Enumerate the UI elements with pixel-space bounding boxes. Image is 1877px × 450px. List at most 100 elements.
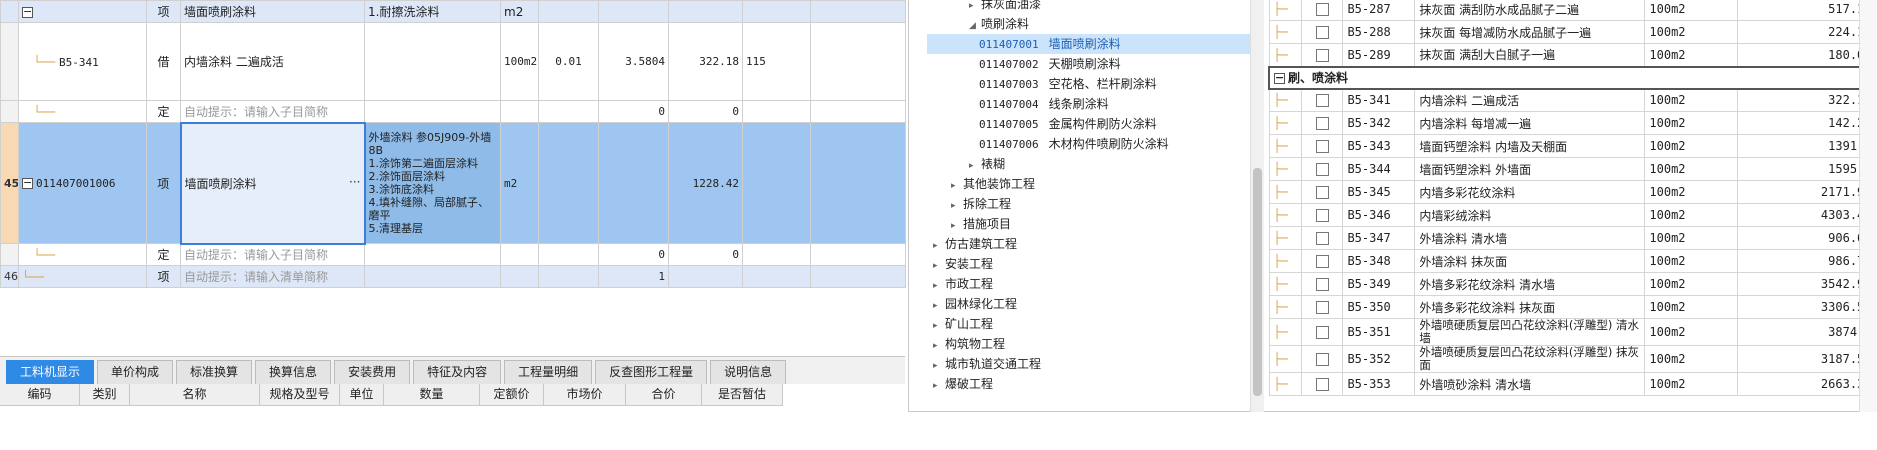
norm-row[interactable]: ├─ B5-353 外墙喷砂涂料 清水墙 100m2 2663.36 <box>1268 372 1877 396</box>
norm-row[interactable]: ├─ B5-346 内墙彩绒涂料 100m2 4303.46 <box>1268 203 1877 227</box>
column-header[interactable]: 市场价 <box>544 384 626 405</box>
collapse-icon[interactable]: − <box>22 6 33 18</box>
name-cell-editing[interactable]: 墙面喷刷涂料 ··· <box>179 121 366 245</box>
code-cell[interactable]: B5-341 <box>59 56 99 69</box>
norm-row[interactable]: ├─ B5-345 内墙多彩花纹涂料 100m2 2171.96 <box>1268 180 1877 204</box>
expand-icon[interactable]: ▸ <box>933 316 945 336</box>
tree-node[interactable]: 011407005 金属构件刷防火涂料 <box>979 114 1157 134</box>
expand-icon[interactable]: ▸ <box>933 296 945 316</box>
hint-cell[interactable]: 自动提示：请输入子目简称 <box>180 243 365 266</box>
row-checkbox[interactable] <box>1315 378 1329 391</box>
column-header[interactable]: 定额价 <box>480 384 544 405</box>
code-cell[interactable]: 011407001006 <box>36 177 115 190</box>
column-header[interactable]: 规格及型号 <box>260 384 340 405</box>
type-cell[interactable]: 借 <box>146 22 181 101</box>
tree-node[interactable]: ▸ 园林绿化工程 <box>933 294 1017 314</box>
tree-node[interactable]: ▸ 城市轨道交通工程 <box>933 354 1041 374</box>
norm-row[interactable]: ├─ B5-287 抹灰面 满刮防水成品腻子二遍 100m2 517.14 <box>1268 0 1877 21</box>
tree-node[interactable]: 011407003 空花格、栏杆刷涂料 <box>979 74 1157 94</box>
table-row[interactable]: − 项 墙面喷刷涂料 1.耐擦洗涂料 m2 <box>0 0 906 23</box>
table-row[interactable]: └── 定 自动提示：请输入子目简称 0 0 <box>0 100 906 123</box>
row-checkbox[interactable] <box>1315 48 1329 62</box>
tree-node[interactable]: 011407006 木材构件喷刷防火涂料 <box>979 134 1169 154</box>
row-checkbox[interactable] <box>1315 301 1329 314</box>
row-checkbox[interactable] <box>1315 353 1329 366</box>
tree-node[interactable]: ▸ 仿古建筑工程 <box>933 234 1017 254</box>
selected-row[interactable]: 45 −011407001006 项 墙面喷刷涂料 ··· 外墙涂料 参05J90… <box>0 121 906 245</box>
tree-node[interactable]: ▸ 矿山工程 <box>933 314 993 334</box>
type-cell[interactable]: 项 <box>146 122 181 244</box>
column-header[interactable]: 类别 <box>80 384 130 405</box>
list-scrollbar[interactable] <box>1859 0 1877 412</box>
norm-row[interactable]: ├─ B5-349 外墙多彩花纹涂料 清水墙 100m2 3542.97 <box>1268 272 1877 296</box>
row-checkbox[interactable] <box>1315 278 1329 291</box>
tree-node[interactable]: ▸ 拆除工程 <box>951 194 1011 214</box>
norm-row[interactable]: ├─ B5-288 抹灰面 每增减防水成品腻子一遍 100m2 224.18 <box>1268 20 1877 44</box>
row-checkbox[interactable] <box>1315 94 1329 108</box>
row-checkbox[interactable] <box>1315 232 1329 245</box>
tree-node[interactable]: 011407004 线条刷涂料 <box>979 94 1109 114</box>
hint-cell[interactable]: 自动提示：请输入子目简称 <box>180 100 365 123</box>
row-checkbox[interactable] <box>1315 140 1329 153</box>
column-header[interactable]: 合价 <box>626 384 702 405</box>
collapse-icon[interactable]: − <box>22 177 33 189</box>
row-checkbox[interactable] <box>1315 209 1329 222</box>
tree-node[interactable]: ▸ 裱糊 <box>969 154 1005 174</box>
tab-quantity-detail[interactable]: 工程量明细 <box>504 360 593 384</box>
table-row[interactable]: └── B5-341 借 内墙涂料 二遍成活 100m2 0.01 3.5804… <box>0 22 906 101</box>
column-header[interactable]: 是否暂估 <box>702 384 783 405</box>
expand-icon[interactable]: ▸ <box>933 356 945 376</box>
expand-icon[interactable]: ▸ <box>969 156 981 176</box>
tree-node[interactable]: 011407002 天棚喷刷涂料 <box>979 54 1121 74</box>
qty-cell[interactable]: 1228.42 <box>668 122 743 244</box>
column-header[interactable]: 单位 <box>340 384 384 405</box>
collapse-icon[interactable]: ◢ <box>969 16 981 36</box>
expand-icon[interactable]: ▸ <box>933 236 945 256</box>
norm-row[interactable]: ├─ B5-343 墙面钙塑涂料 内墙及天棚面 100m2 1391.1 <box>1268 134 1877 158</box>
tree-node-selected[interactable]: 011407001 墙面喷刷涂料 <box>927 34 1257 54</box>
row-checkbox[interactable] <box>1315 26 1329 39</box>
tab-features[interactable]: 特征及内容 <box>413 360 502 384</box>
more-button[interactable]: ··· <box>349 175 360 189</box>
row-checkbox[interactable] <box>1315 186 1329 199</box>
tab-reverse-lookup[interactable]: 反查图形工程量 <box>595 360 708 384</box>
column-header[interactable]: 名称 <box>130 384 260 405</box>
norm-row[interactable]: ├─ B5-348 外墙涂料 抹灰面 100m2 986.79 <box>1268 249 1877 273</box>
expand-icon[interactable]: ▸ <box>951 176 963 196</box>
norm-row[interactable]: ├─ B5-352 外墙喷硬质复层凹凸花纹涂料(浮雕型) 抹灰面 100m2 3187.… <box>1268 345 1877 373</box>
tab-conversion-info[interactable]: 换算信息 <box>255 360 332 384</box>
tab-standard-conversion[interactable]: 标准换算 <box>176 360 253 384</box>
tree-node[interactable]: ▸ 市政工程 <box>933 274 993 294</box>
qty-cell[interactable]: 3.5804 <box>598 22 669 101</box>
norm-row[interactable]: ├─ B5-347 外墙涂料 清水墙 100m2 906.69 <box>1268 226 1877 250</box>
norm-row[interactable]: ├─ B5-341 内墙涂料 二遍成活 100m2 322.18 <box>1268 88 1877 112</box>
spec-cell[interactable]: 1.耐擦洗涂料 <box>364 0 501 23</box>
tree-node[interactable]: ▸ 抹灰面油漆 <box>969 0 1041 14</box>
tree-node[interactable]: ▸ 措施项目 <box>951 214 1011 234</box>
expand-icon[interactable]: ▸ <box>951 216 963 236</box>
total-cell[interactable]: 115 <box>742 22 811 101</box>
norm-row[interactable]: ├─ B5-342 内墙涂料 每增减一遍 100m2 142.28 <box>1268 111 1877 135</box>
norm-row[interactable]: ├─ B5-289 抹灰面 满刮大白腻子一遍 100m2 180.07 <box>1268 43 1877 67</box>
tree-scrollbar[interactable] <box>1250 0 1264 412</box>
row-checkbox[interactable] <box>1315 255 1329 268</box>
scrollbar-thumb[interactable] <box>1253 168 1262 396</box>
row-checkbox[interactable] <box>1315 326 1329 339</box>
price-cell[interactable]: 322.18 <box>668 22 743 101</box>
tree-node[interactable]: ◢ 喷刷涂料 <box>969 14 1029 34</box>
tree-node[interactable]: ▸ 构筑物工程 <box>933 334 1005 354</box>
row-checkbox[interactable] <box>1315 163 1329 176</box>
expand-icon[interactable]: ▸ <box>951 196 963 216</box>
tab-notes[interactable]: 说明信息 <box>710 360 787 384</box>
norm-row[interactable]: ├─ B5-351 外墙喷硬质复层凹凸花纹涂料(浮雕型) 清水墙 100m2 3874.… <box>1268 318 1877 346</box>
name-cell[interactable]: 内墙涂料 二遍成活 <box>180 22 365 101</box>
tree-node[interactable]: ▸ 爆破工程 <box>933 374 993 394</box>
table-row[interactable]: 46 └── 项 自动提示：请输入清单简称 1 <box>0 265 906 288</box>
norm-row[interactable]: ├─ B5-344 墙面钙塑涂料 外墙面 100m2 1595.8 <box>1268 157 1877 181</box>
hint-cell[interactable]: 自动提示：请输入清单简称 <box>180 265 365 288</box>
group-header[interactable]: − 刷、喷涂料 <box>1268 65 1877 90</box>
ratio-cell[interactable]: 0.01 <box>538 22 599 101</box>
unit-cell[interactable]: m2 <box>500 122 539 244</box>
norm-row[interactable]: ├─ B5-350 外墙多彩花纹涂料 抹灰面 100m2 3306.52 <box>1268 295 1877 319</box>
expand-icon[interactable]: ▸ <box>933 276 945 296</box>
